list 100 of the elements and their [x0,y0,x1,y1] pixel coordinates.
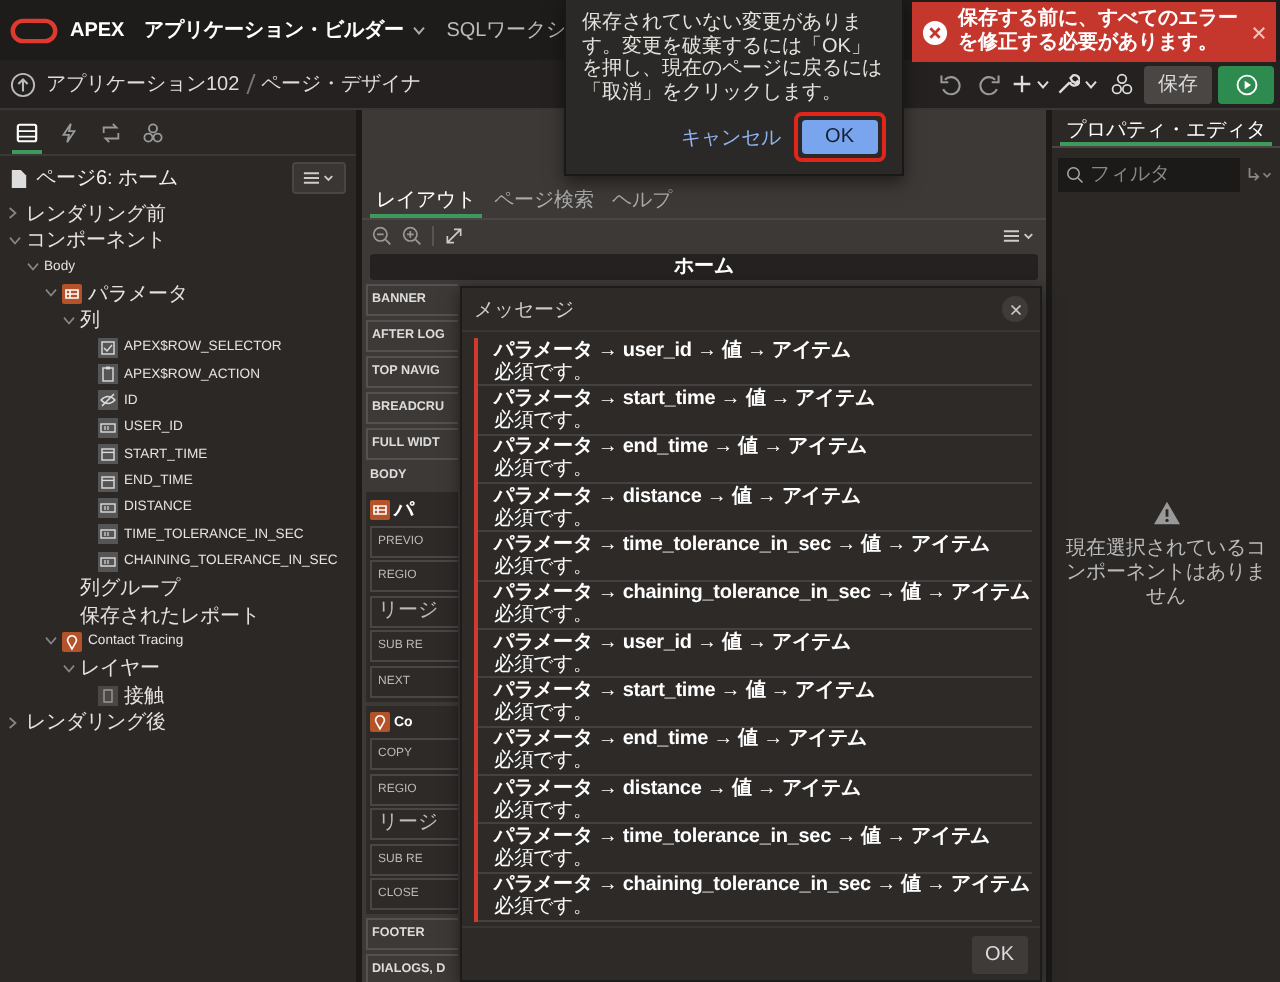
button-position-label: リージ [370,595,458,627]
error-message: 保存する前に、すべてのエラーを修正する必要があります。 [958,8,1240,56]
eye-slash-icon [98,390,118,411]
logo-icon[interactable] [10,17,58,43]
warning-icon [1151,499,1181,525]
expand-icon[interactable] [444,225,464,245]
tree-item[interactable]: レンダリング後 [26,708,166,737]
error-icon [922,19,948,45]
layer-icon [98,685,118,706]
list-icon [16,122,38,144]
app-name: APEX [70,19,125,41]
caret-icon[interactable] [62,315,76,326]
error-path: パラメータ → start_time → 値 → アイテム [494,387,877,410]
error-text: 必須です。 [494,604,595,627]
caret-icon[interactable] [8,235,22,246]
menu-icon [302,170,336,186]
error-path: パラメータ → user_id → 値 → アイテム [494,339,853,362]
plus-icon [1012,74,1032,94]
error-text: 必須です。 [494,507,595,530]
grid-icon [370,499,390,519]
tab[interactable]: ページ検索 [488,186,600,218]
tree-item[interactable]: 列 [80,306,100,335]
field-icon [98,497,118,518]
map-pin-icon [62,631,82,652]
empty-message: 現在選択されているコンポーネントはありません [1064,537,1268,609]
confirm-message: 保存されていない変更があります。変更を破棄するには「OK」を押し、現在のページに戻るには「取消」をクリックします。 [582,12,884,104]
menu-icon[interactable] [1002,227,1036,243]
breadcrumb-link[interactable]: アプリケーション102 [46,70,240,98]
button-position-label: リージ [370,808,458,840]
cancel-button[interactable]: キャンセル [681,123,782,151]
zoom-out-icon[interactable] [372,225,392,245]
go-to-icon[interactable] [1246,166,1274,184]
shapes-icon [1109,72,1133,96]
error-text: 必須です。 [494,361,595,384]
error-path: パラメータ → time_tolerance_in_sec → 値 → アイテム [494,825,992,848]
error-path: パラメータ → start_time → 値 → アイテム [494,679,877,702]
field-icon [98,551,118,572]
close-icon [1252,25,1266,39]
error-text: 必須です。 [494,799,595,822]
caret-icon [1036,79,1050,89]
error-path: パラメータ → user_id → 値 → アイテム [494,631,853,654]
page-title: ページ6: ホーム [36,166,181,192]
search-icon [1066,166,1084,184]
tree-item[interactable]: コンポーネント [26,226,166,255]
error-path: パラメータ → distance → 値 → アイテム [494,485,863,508]
caret-icon [1084,79,1098,89]
calendar-icon [98,444,118,465]
redo-icon [977,72,1001,96]
menu-button[interactable]: SQLワークシ [446,16,567,44]
close-button[interactable] [1002,296,1028,322]
zoom-in-icon[interactable] [402,225,422,245]
tree-item[interactable]: レイヤー [80,654,160,683]
calendar-icon [98,471,118,492]
ok-button[interactable]: OK [971,935,1028,973]
filter-field[interactable]: フィルタ [1058,158,1240,192]
tab[interactable]: プロパティ・エディタ [1060,116,1272,146]
caret-icon [412,25,427,35]
menu-button[interactable] [292,162,346,194]
error-text: 必須です。 [494,409,595,432]
ok-button[interactable]: OK [801,120,878,154]
wrench-icon [1056,72,1080,96]
field-icon [98,417,118,438]
caret-icon[interactable] [8,206,18,221]
error-path: パラメータ → time_tolerance_in_sec → 値 → アイテム [494,533,992,556]
error-path: パラメータ → distance → 値 → アイテム [494,777,863,800]
grid-icon [62,283,82,304]
tab[interactable]: ヘルプ [606,186,678,218]
error-path: パラメータ → chaining_tolerance_in_sec → 値 → アイテム [494,874,1032,897]
error-path: パラメータ → end_time → 値 → アイテム [494,728,870,751]
undo-icon [937,72,961,96]
menu-button[interactable]: アプリケーション・ビルダー [144,16,427,44]
dialog-title: メッセージ [474,297,574,323]
error-text: 必須です。 [494,555,595,578]
shapes-icon [142,122,164,144]
error-text: 必須です。 [494,458,595,481]
save-button[interactable]: 保存 [1144,65,1212,103]
caret-icon[interactable] [44,636,58,647]
caret-icon[interactable] [62,663,76,674]
caret-icon[interactable] [26,261,40,272]
tree-item[interactable]: 保存されたレポート [80,601,260,630]
region-title: パ [394,497,414,523]
error-text: 必須です。 [494,653,595,676]
breadcrumb-link[interactable]: ページ・デザイナ [261,70,422,98]
tab[interactable]: レイアウト [370,186,482,218]
field-icon [98,524,118,545]
run-button[interactable] [1218,65,1274,103]
tree-item[interactable]: パラメータ [88,279,188,308]
error-text: 必須です。 [494,701,595,724]
tree-item[interactable]: 列グループ [80,574,180,603]
error-text: 必須です。 [494,750,595,773]
error-path: パラメータ → end_time → 値 → アイテム [494,436,870,459]
caret-icon[interactable] [8,715,18,730]
error-text: 必須です。 [494,847,595,870]
error-text: 必須です。 [494,896,595,919]
caret-icon[interactable] [44,288,58,299]
page-name-bar: ホーム [370,254,1038,280]
checkbox-icon [98,337,118,358]
tree-item[interactable]: レンダリング前 [26,199,166,228]
tree-item[interactable]: 接触 [124,681,164,710]
lightning-icon [58,122,80,144]
